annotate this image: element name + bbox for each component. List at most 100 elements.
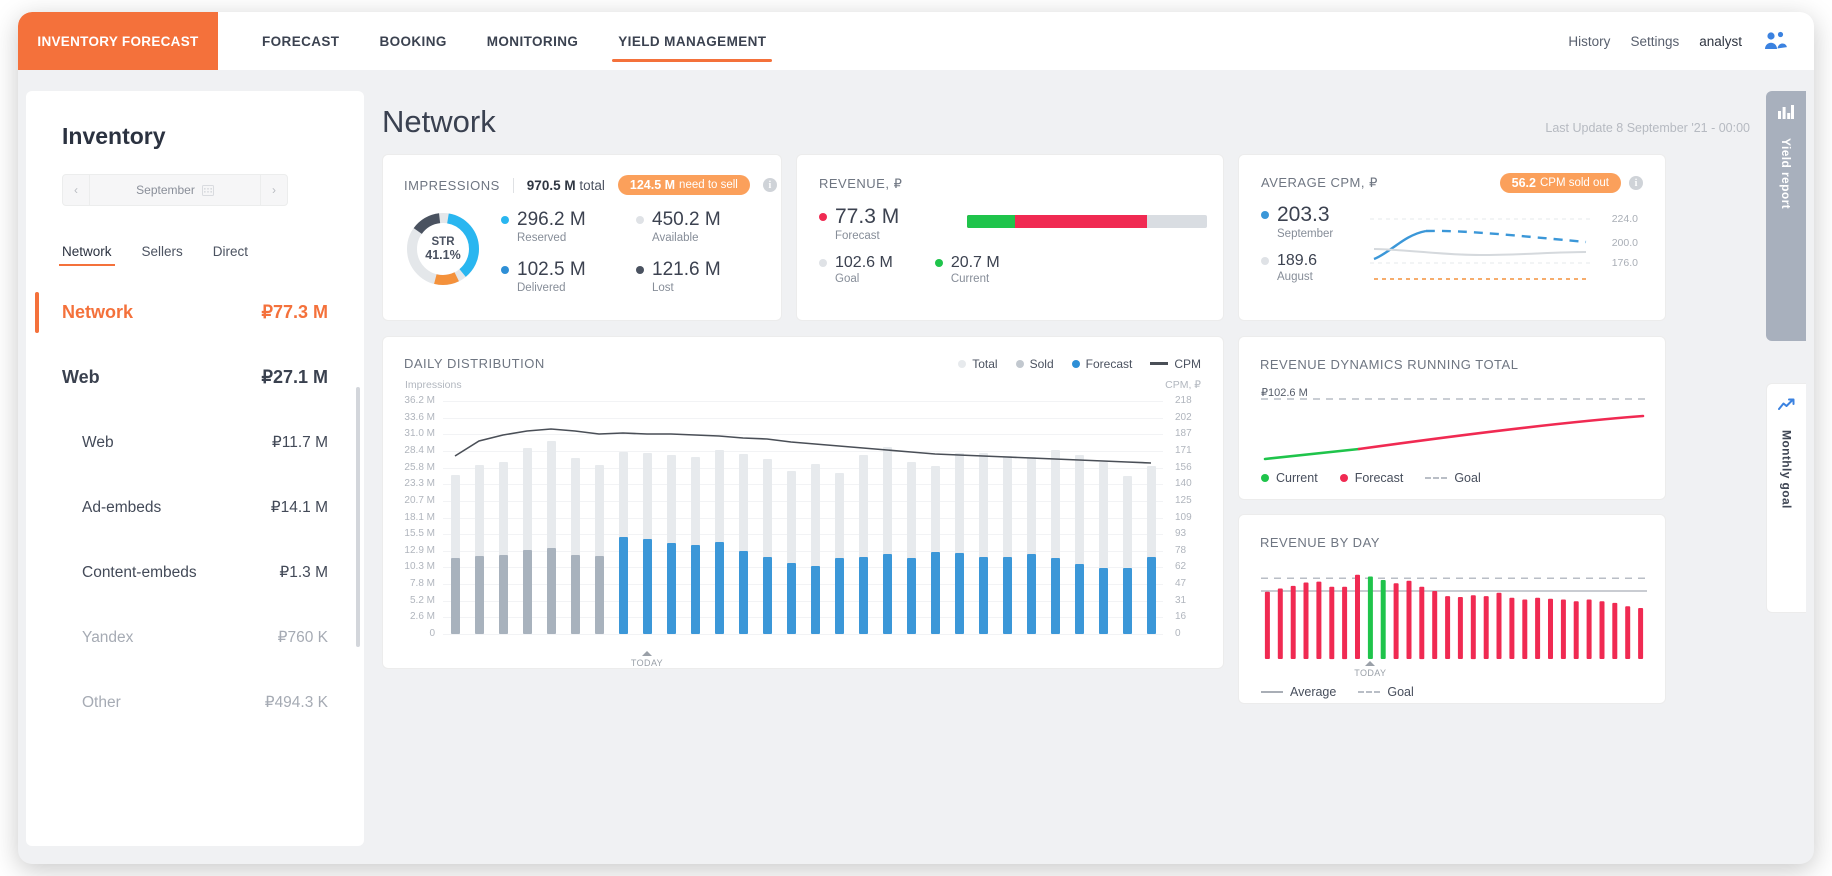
info-icon[interactable]: i xyxy=(1629,176,1643,190)
inventory-row-content-embeds[interactable]: Content-embeds ₽1.3 M xyxy=(26,540,364,605)
y-axis-tick: 20.7 M xyxy=(404,494,435,506)
legend-total[interactable]: Total xyxy=(958,357,998,371)
bar-forecast[interactable] xyxy=(858,556,868,634)
cpm-header: AVERAGE CPM, ₽ 56.2 CPM sold out i xyxy=(1239,155,1665,193)
str-label: STR xyxy=(431,236,455,248)
bar-forecast[interactable] xyxy=(882,553,892,634)
bar-sold[interactable] xyxy=(522,549,532,634)
bar-forecast[interactable] xyxy=(738,550,748,634)
bar-forecast[interactable] xyxy=(954,552,964,634)
legend-goal[interactable]: Goal xyxy=(1358,685,1414,699)
bar-forecast[interactable] xyxy=(1122,567,1132,634)
bar-forecast[interactable] xyxy=(930,552,940,634)
inventory-row-yandex[interactable]: Yandex ₽760 K xyxy=(26,605,364,670)
settings-link[interactable]: Settings xyxy=(1630,34,1679,49)
inventory-row-other[interactable]: Other ₽494.3 K xyxy=(26,670,364,735)
sidebar-scrollbar[interactable] xyxy=(356,387,360,647)
impressions-total: 970.5 M total xyxy=(527,178,605,193)
legend-forecast[interactable]: Forecast xyxy=(1071,357,1132,371)
bar-sold[interactable] xyxy=(498,554,508,634)
inventory-row-web-group[interactable]: Web ₽27.1 M xyxy=(26,345,364,410)
brand-logo[interactable]: INVENTORY FORECAST xyxy=(18,12,218,70)
need-to-sell-badge[interactable]: 124.5 M need to sell xyxy=(617,175,750,195)
inventory-row-value: ₽11.7 M xyxy=(271,434,328,451)
y-axis-tick: 18.1 M xyxy=(404,511,435,523)
chevron-right-icon[interactable]: › xyxy=(261,183,287,197)
revenue-by-day-header: REVENUE BY DAY xyxy=(1239,515,1665,552)
bar-forecast[interactable] xyxy=(834,558,844,634)
legend-cpm[interactable]: CPM xyxy=(1150,357,1201,371)
bar-forecast[interactable] xyxy=(1074,564,1084,634)
legend-dot-current xyxy=(1261,474,1269,482)
impressions-total-suffix: total xyxy=(579,177,605,193)
history-link[interactable]: History xyxy=(1568,34,1610,49)
segtab-network[interactable]: Network xyxy=(59,244,115,266)
running-total-title: REVENUE DYNAMICS RUNNING TOTAL xyxy=(1260,357,1519,372)
revenue-bar-current xyxy=(967,215,1015,228)
bar-sold[interactable] xyxy=(546,547,556,634)
bar-forecast[interactable] xyxy=(810,566,820,634)
bar-forecast[interactable] xyxy=(1146,557,1156,634)
cpm-sold-out-badge[interactable]: 56.2 CPM sold out xyxy=(1499,173,1621,193)
info-icon[interactable]: i xyxy=(762,178,777,192)
rail-tab-label: Monthly goal xyxy=(1779,430,1794,509)
y2-axis-tick: 156 xyxy=(1175,461,1192,473)
bar-forecast[interactable] xyxy=(1050,557,1060,634)
y-axis-tick: 28.4 M xyxy=(404,444,435,456)
bar-forecast[interactable] xyxy=(906,558,916,634)
inventory-row-ad-embeds[interactable]: Ad-embeds ₽14.1 M xyxy=(26,475,364,540)
legend-sold[interactable]: Sold xyxy=(1015,357,1054,371)
legend-current[interactable]: Current xyxy=(1261,471,1318,485)
rail-tab-monthly-goal[interactable]: Monthly goal xyxy=(1766,383,1806,613)
segtab-direct[interactable]: Direct xyxy=(213,244,248,266)
right-rail: Yield report Monthly goal xyxy=(1766,91,1814,655)
str-value: 41.1% xyxy=(425,248,461,262)
revenue-title: REVENUE, ₽ xyxy=(819,176,903,191)
legend-forecast-label: Forecast xyxy=(1354,471,1404,485)
bar-forecast[interactable] xyxy=(642,539,652,634)
rail-tab-yield-report[interactable]: Yield report xyxy=(1766,91,1806,341)
bar-forecast[interactable] xyxy=(762,556,772,634)
bar-sold[interactable] xyxy=(474,555,484,634)
bar-sold[interactable] xyxy=(570,555,580,634)
legend-goal[interactable]: Goal xyxy=(1425,471,1481,485)
bar-sold[interactable] xyxy=(450,558,460,634)
y-axis-tick: 25.8 M xyxy=(404,461,435,473)
bar-forecast[interactable] xyxy=(978,556,988,634)
bar-forecast[interactable] xyxy=(666,542,676,634)
need-to-sell-text: need to sell xyxy=(679,179,738,191)
users-icon[interactable] xyxy=(1762,30,1788,52)
impressions-item-available: 450.2 M Available xyxy=(636,209,771,244)
tab-forecast[interactable]: FORECAST xyxy=(242,12,359,70)
bar-forecast[interactable] xyxy=(1002,556,1012,634)
bar-sold[interactable] xyxy=(594,555,604,634)
inventory-row-web[interactable]: Web ₽11.7 M xyxy=(26,410,364,475)
inventory-row-network[interactable]: Network ₽77.3 M xyxy=(26,280,364,345)
y-axis-tick: 36.2 M xyxy=(404,395,435,406)
tab-monitoring[interactable]: MONITORING xyxy=(467,12,599,70)
month-picker-value[interactable]: September xyxy=(89,175,261,205)
bar-forecast[interactable] xyxy=(618,537,628,634)
page-header: Network Last Update 8 September '21 - 00… xyxy=(376,70,1758,140)
user-name[interactable]: analyst xyxy=(1699,34,1742,49)
month-picker[interactable]: ‹ September › xyxy=(62,174,288,206)
bar-forecast[interactable] xyxy=(690,544,700,634)
rail-tab-label: Yield report xyxy=(1779,138,1793,210)
tab-yield-management[interactable]: YIELD MANAGEMENT xyxy=(598,12,786,70)
impressions-item-lost: 121.6 M Lost xyxy=(636,259,771,294)
bar-forecast[interactable] xyxy=(714,542,724,634)
bar-forecast[interactable] xyxy=(786,563,796,634)
y2-axis-tick: 218 xyxy=(1175,395,1192,406)
legend-average[interactable]: Average xyxy=(1261,685,1336,699)
legend-forecast[interactable]: Forecast xyxy=(1339,471,1404,485)
page-title: Network xyxy=(382,104,496,139)
bar-forecast[interactable] xyxy=(1098,567,1108,634)
segtab-sellers[interactable]: Sellers xyxy=(142,244,183,266)
inventory-row-value: ₽14.1 M xyxy=(270,499,328,516)
bar-forecast[interactable] xyxy=(1026,554,1036,634)
legend-dot-delivered xyxy=(501,266,509,274)
chevron-left-icon[interactable]: ‹ xyxy=(63,183,89,197)
trend-up-icon xyxy=(1778,398,1795,416)
y-axis-tick: 15.5 M xyxy=(404,528,435,540)
tab-booking[interactable]: BOOKING xyxy=(359,12,466,70)
